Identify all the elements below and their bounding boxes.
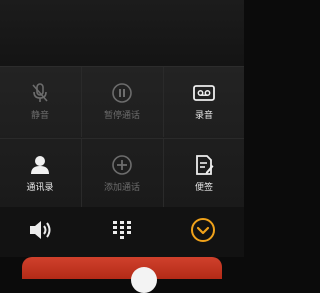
- bottom-bar: [0, 207, 244, 257]
- dialpad-icon: [111, 219, 133, 245]
- hold-label: 暂停通话: [103, 111, 140, 121]
- contact-icon: [28, 154, 52, 176]
- add-call-icon: [110, 154, 134, 176]
- note-button[interactable]: 便签: [163, 139, 244, 209]
- mute-button[interactable]: 静音: [0, 67, 80, 137]
- add-call-button[interactable]: 添加通话: [81, 139, 162, 209]
- end-call-area: [0, 257, 244, 293]
- chevron-down-icon: [190, 217, 216, 247]
- collapse-button[interactable]: [162, 207, 243, 257]
- dialpad-button[interactable]: [81, 207, 162, 257]
- controls-row-2: 通讯录 添加通话 便签: [0, 138, 244, 209]
- note-label: 便签: [194, 183, 213, 193]
- hold-button[interactable]: 暂停通话: [81, 67, 162, 137]
- controls-row-1: 静音 暂停通话 录音: [0, 67, 244, 137]
- record-button[interactable]: 录音: [163, 67, 244, 137]
- add-call-label: 添加通话: [103, 183, 140, 193]
- contacts-label: 通讯录: [26, 183, 54, 193]
- record-label: 录音: [194, 111, 213, 121]
- in-call-controls: 静音 暂停通话 录音 通讯录 添加通话 便签: [0, 66, 244, 209]
- mic-off-icon: [28, 82, 52, 104]
- pause-icon: [110, 82, 134, 104]
- note-icon: [192, 154, 216, 176]
- speaker-icon: [28, 219, 54, 245]
- mute-label: 静音: [30, 111, 49, 121]
- call-info-area: [0, 0, 244, 66]
- end-call-button[interactable]: [22, 257, 222, 293]
- end-call-handle-icon: [131, 267, 157, 293]
- speaker-button[interactable]: [0, 207, 81, 257]
- contacts-button[interactable]: 通讯录: [0, 139, 80, 209]
- cassette-icon: [192, 82, 216, 104]
